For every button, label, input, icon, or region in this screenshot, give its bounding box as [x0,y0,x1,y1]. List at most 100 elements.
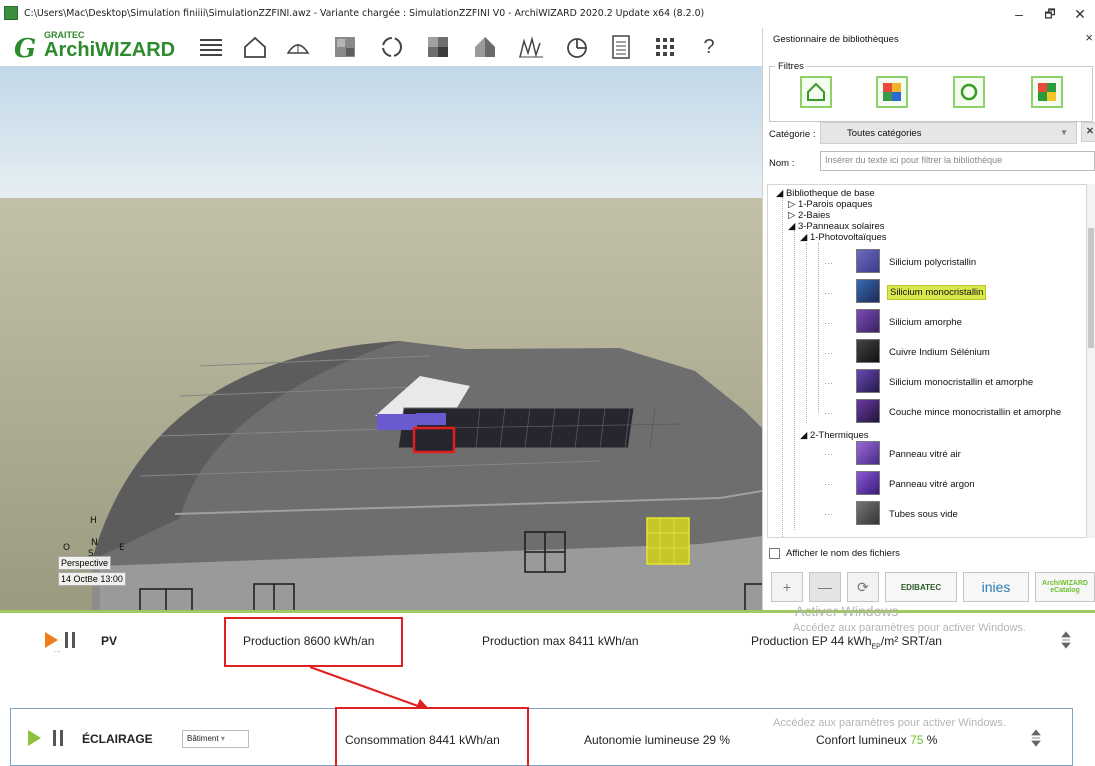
confort-value: 75 [910,733,924,747]
date-time-label[interactable]: 14 OctBe 13:00 [58,572,126,586]
tree-node-root[interactable]: ◢ Bibliotheque de base [776,188,875,199]
tree-node-baies[interactable]: ▷ 2-Baies [788,210,830,221]
panel-icon[interactable] [423,32,453,62]
tree-scroll-thumb[interactable] [1088,228,1094,348]
tree-node-thermiques[interactable]: ◢ 2-Thermiques [800,430,869,441]
menu-icon[interactable] [196,32,226,62]
activate-windows-text-2: Accédez aux paramètres pour activer Wind… [773,717,1006,729]
show-filenames-toggle[interactable]: Afficher le nom des fichiers [769,548,900,559]
close-button[interactable]: ✕ [1066,4,1094,24]
pv-amorphe-icon [856,309,880,333]
show-filenames-label: Afficher le nom des fichiers [786,548,900,559]
library-title: Gestionnaire de bibliothèques [773,34,899,45]
inies-logo-button[interactable]: inies [963,572,1029,602]
tree-item-tubes-vide[interactable]: Tubes sous vide [889,509,958,520]
filter-panel-button[interactable] [1031,76,1063,108]
tree-label-parois: 1-Parois opaques [797,199,873,210]
library-close-icon[interactable]: × [1085,30,1093,45]
pie-icon[interactable] [562,32,592,62]
filter-wall-button[interactable] [876,76,908,108]
house-icon[interactable] [470,32,500,62]
remove-button[interactable]: — [809,572,841,602]
3d-viewport[interactable]: H O N E S Perspective 14 OctBe 13:00 [0,66,762,610]
ecatalog-logo-button[interactable]: ArchiWIZARD eCatalog [1035,572,1095,602]
library-tree: ◢ Bibliotheque de base ▷ 1-Parois opaque… [767,184,1087,538]
ecatalog-logo-sub: eCatalog [1050,587,1080,594]
filter-building-button[interactable] [800,76,832,108]
view-mode-label[interactable]: Perspective [58,556,112,570]
pv-expand-icon[interactable] [1061,631,1071,649]
home-icon[interactable] [240,32,270,62]
tree-item-silicium-monocristallin[interactable]: Silicium monocristallin [887,285,987,300]
tree-label-baies: 2-Baies [797,210,831,221]
tree-node-parois[interactable]: ▷ 1-Parois opaques [788,199,872,210]
compass-north: N [91,538,98,548]
compass-east: E [119,543,125,553]
chevron-down-icon: ▼ [1060,128,1068,137]
eclairage-consommation: Consommation 8441 kWh/an [345,733,500,747]
ep-post: /m² SRT/an [880,634,942,648]
maximize-button[interactable]: 🗗 [1036,4,1064,24]
filters-label: Filtres [775,61,807,72]
app-icon [4,6,18,20]
show-filenames-checkbox[interactable] [769,548,780,559]
tree-item-mono-amorphe[interactable]: Silicium monocristallin et amorphe [889,377,1033,388]
pv-pause-icon[interactable] [64,632,76,648]
tree-root-label: Bibliotheque de base [785,188,875,199]
eclairage-label: ÉCLAIRAGE [82,732,153,746]
chart-icon[interactable] [516,32,546,62]
tree-item-panneau-argon[interactable]: Panneau vitré argon [889,479,975,490]
edibatec-logo-button[interactable]: EDIBATEC [885,572,957,602]
pv-production-max: Production max 8411 kWh/an [482,634,639,648]
pv-couche-mince-icon [856,399,880,423]
wall-icon[interactable] [330,32,360,62]
archiwizard-window: C:\Users\Mac\Desktop\Simulation finiiii\… [0,0,1095,766]
pv-cis-icon [856,339,880,363]
pv-label: PV [101,634,118,648]
tree-item-cuivre-indium[interactable]: Cuivre Indium Sélénium [889,347,990,358]
title-bar: C:\Users\Mac\Desktop\Simulation finiiii\… [0,0,1095,28]
eclairage-confort: Confort lumineux 75 % [816,733,937,747]
category-select[interactable]: Toutes catégories ▼ [820,122,1077,144]
name-filter-input[interactable]: Insérer du texte ici pour filtrer la bib… [820,151,1095,171]
help-icon[interactable]: ? [694,32,724,62]
eclairage-play-icon[interactable] [28,730,41,746]
category-value: Toutes catégories [847,128,922,139]
name-label: Nom : [769,158,795,169]
add-button[interactable]: + [771,572,803,602]
date-suffix: e 13:00 [92,574,123,584]
graitec-g-icon: G [14,34,37,64]
tree-item-panneau-air[interactable]: Panneau vitré air [889,449,961,460]
ep-sub: EP [871,643,881,651]
eclairage-expand-icon[interactable] [1031,729,1041,747]
document-icon[interactable] [606,32,636,62]
library-panel: Gestionnaire de bibliothèques × Filtres … [762,28,1095,610]
scope-select[interactable]: Bâtiment ▾ [182,730,249,748]
dome-icon[interactable] [283,32,313,62]
tree-item-silicium-amorphe[interactable]: Silicium amorphe [889,317,962,328]
tree-dots: ··· [824,408,833,418]
tree-label-panneaux: 3-Panneaux solaires [797,221,885,232]
window-title: C:\Users\Mac\Desktop\Simulation finiiii\… [24,8,705,19]
tree-item-couche-mince[interactable]: Couche mince monocristallin et amorphe [889,407,1061,418]
tree-label-thermiques: 2-Thermiques [809,430,869,441]
tree-node-panneaux[interactable]: ◢ 3-Panneaux solaires [788,221,885,232]
category-clear-button[interactable]: ✕ [1081,122,1095,142]
eclairage-pause-icon[interactable] [52,730,64,746]
tree-dots: ··· [824,378,833,388]
ep-pre: Production EP 44 kWh [751,634,872,648]
scope-value: Bâtiment [187,734,219,743]
filter-circle-button[interactable] [953,76,985,108]
compass-up: H [90,516,97,526]
refresh-icon[interactable]: ⟳ [847,572,879,602]
archiwizard-logo: G GRAITEC ArchiWIZARD [14,30,184,64]
circle-icon[interactable] [377,32,407,62]
confort-pre: Confort lumineux [816,733,907,747]
minimize-button[interactable]: – [1005,4,1033,24]
grid-icon[interactable] [650,32,680,62]
pv-play-dots: ... [54,645,61,654]
tree-node-photovoltaiques[interactable]: ◢ 1-Photovoltaïques [800,232,887,243]
tree-dots: ··· [824,479,833,489]
tree-item-silicium-polycristallin[interactable]: Silicium polycristallin [889,257,976,268]
activate-windows-text: Accédez aux paramètres pour activer Wind… [793,622,1026,634]
